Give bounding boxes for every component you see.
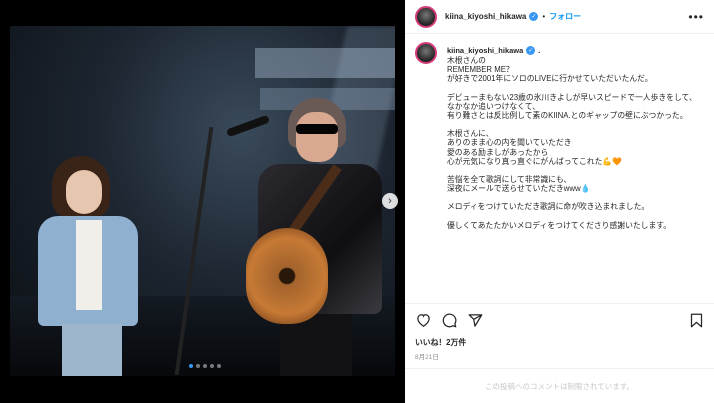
post-date[interactable]: 8月21日 <box>415 351 439 361</box>
likes-count[interactable]: いいね！2万件 <box>415 337 466 348</box>
caption-dot: . <box>538 46 541 55</box>
carousel-dot <box>210 364 214 368</box>
verified-badge-icon: ✓ <box>529 12 539 21</box>
post-header: kiina_kiyoshi_hikawa ✓ • フォロー ••• <box>405 0 714 34</box>
performer-left <box>38 156 138 376</box>
header-separator: • <box>542 12 546 21</box>
instagram-post-modal: › kiina_kiyoshi_hikawa ✓ • フォロー ••• kiin… <box>0 0 714 403</box>
caption-paragraph: デビューまもない23歳の氷川きよしが早いスピードで一人歩きをして、 なかなか追い… <box>447 92 697 121</box>
caption-paragraph: メロディをつけていただき歌詞に命が吹き込まれました。 <box>447 202 650 212</box>
carousel-dot <box>203 364 207 368</box>
caption-username[interactable]: kiina_kiyoshi_hikawa <box>447 46 523 55</box>
next-arrow-icon[interactable]: › <box>382 193 398 209</box>
post-actions-section: いいね！2万件 8月21日 この投稿へのコメントは制限されています。 <box>405 303 714 403</box>
performer-right-guitarist <box>244 98 384 376</box>
post-side-panel: kiina_kiyoshi_hikawa ✓ • フォロー ••• kiina_… <box>405 0 714 403</box>
comment-icon[interactable] <box>441 312 457 328</box>
caption-paragraph: 優しくてあたたかいメロディをつけてくださり感謝いたします。 <box>447 220 672 230</box>
carousel-indicator <box>189 364 221 368</box>
more-options-icon[interactable]: ••• <box>688 10 704 24</box>
avatar[interactable] <box>415 5 437 28</box>
header-username[interactable]: kiina_kiyoshi_hikawa <box>445 12 526 21</box>
comments-restricted-notice: この投稿へのコメントは制限されています。 <box>405 368 714 403</box>
acoustic-guitar <box>246 228 328 324</box>
post-media-pane: › <box>0 0 405 403</box>
share-icon[interactable] <box>467 312 483 328</box>
bookmark-icon[interactable] <box>688 312 704 328</box>
caption-username-row: kiina_kiyoshi_hikawa ✓ . <box>447 46 540 55</box>
caption-paragraph: 苦悩を全て歌詞にして非常識にも、 深夜にメールで送らせていただきwww💧 <box>447 175 591 194</box>
carousel-dot <box>196 364 200 368</box>
caption-paragraph: 木根さんの REMEMBER ME？ が好きで2001年にソロのLIVEに行かせ… <box>447 56 653 84</box>
carousel-dot-active <box>189 364 193 368</box>
caption-paragraph: 木根さんに、 ありのまま心の内を聞いていただき 愛のある励ましがあったから 心が… <box>447 129 622 166</box>
verified-badge-icon: ✓ <box>526 46 536 55</box>
caption-text: 木根さんの REMEMBER ME？ が好きで2001年にソロのLIVEに行かせ… <box>447 56 709 230</box>
follow-button[interactable]: フォロー <box>549 11 581 22</box>
carousel-dot <box>217 364 221 368</box>
post-photo[interactable] <box>10 26 395 376</box>
avatar[interactable] <box>415 42 437 64</box>
heart-icon[interactable] <box>415 312 431 328</box>
action-bar <box>415 312 483 328</box>
